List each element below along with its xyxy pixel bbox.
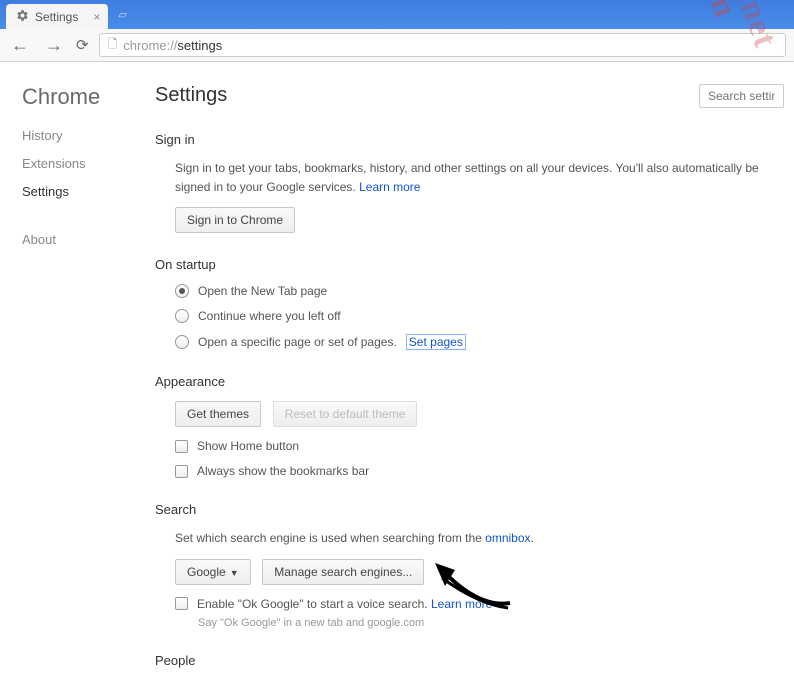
signin-title: Sign in — [155, 132, 774, 147]
radio-icon — [175, 309, 189, 323]
chevron-down-icon: ▼ — [230, 568, 239, 578]
startup-radio-newtab[interactable]: Open the New Tab page — [175, 284, 774, 298]
checkbox-icon — [175, 465, 188, 478]
search-settings-input[interactable] — [699, 84, 784, 108]
browser-tab-strip: Settings × ▱ — [0, 0, 794, 29]
url-path: settings — [177, 38, 222, 53]
startup-title: On startup — [155, 257, 774, 272]
browser-tab[interactable]: Settings × — [6, 4, 108, 29]
omnibox-link[interactable]: omnibox — [485, 531, 530, 545]
browser-toolbar: ← → ⟳ 🗋 chrome://settings — [0, 29, 794, 62]
search-engine-dropdown[interactable]: Google▼ — [175, 559, 251, 585]
section-appearance: Appearance Get themes Reset to default t… — [155, 374, 774, 478]
signin-learn-more-link[interactable]: Learn more — [359, 180, 420, 194]
search-desc: Set which search engine is used when sea… — [175, 529, 774, 548]
tab-title: Settings — [35, 10, 78, 24]
checkbox-icon — [175, 597, 188, 610]
search-title: Search — [155, 502, 774, 517]
ok-google-checkbox[interactable]: Enable "Ok Google" to start a voice sear… — [175, 597, 774, 611]
url-scheme: chrome:// — [123, 38, 177, 53]
show-bookmarks-checkbox[interactable]: Always show the bookmarks bar — [175, 464, 774, 478]
show-home-checkbox[interactable]: Show Home button — [175, 439, 774, 453]
startup-radio-continue[interactable]: Continue where you left off — [175, 309, 774, 323]
people-title: People — [155, 653, 774, 668]
gear-icon — [16, 9, 29, 25]
ok-google-hint: Say "Ok Google" in a new tab and google.… — [198, 617, 774, 629]
new-tab-button[interactable]: ▱ — [108, 8, 136, 21]
reload-button[interactable]: ⟳ — [76, 36, 89, 54]
sidebar-item-about[interactable]: About — [22, 232, 155, 247]
sidebar-item-history[interactable]: History — [22, 128, 155, 143]
sidebar-item-extensions[interactable]: Extensions — [22, 156, 155, 171]
address-bar[interactable]: 🗋 chrome://settings — [99, 33, 786, 57]
reset-theme-button: Reset to default theme — [273, 401, 418, 427]
close-icon[interactable]: × — [93, 10, 100, 24]
section-startup: On startup Open the New Tab page Continu… — [155, 257, 774, 350]
page-icon: 🗋 — [108, 35, 118, 56]
section-people: People — [155, 653, 774, 668]
radio-icon — [175, 284, 189, 298]
section-search: Search Set which search engine is used w… — [155, 502, 774, 628]
sidebar: Chrome History Extensions Settings About — [0, 62, 155, 680]
sidebar-item-settings[interactable]: Settings — [22, 184, 155, 199]
appearance-title: Appearance — [155, 374, 774, 389]
ok-google-learn-more-link[interactable]: Learn more — [431, 597, 492, 611]
get-themes-button[interactable]: Get themes — [175, 401, 261, 427]
set-pages-link[interactable]: Set pages — [406, 334, 466, 350]
radio-icon — [175, 335, 189, 349]
content: Settings Sign in Sign in to get your tab… — [155, 62, 794, 680]
back-button[interactable]: ← — [8, 35, 32, 56]
startup-radio-specific[interactable]: Open a specific page or set of pages. Se… — [175, 334, 774, 350]
manage-search-engines-button[interactable]: Manage search engines... — [262, 559, 424, 585]
page-title: Settings — [155, 84, 227, 107]
checkbox-icon — [175, 440, 188, 453]
signin-desc: Sign in to get your tabs, bookmarks, his… — [175, 159, 774, 197]
sidebar-brand: Chrome — [22, 84, 155, 110]
forward-button[interactable]: → — [42, 35, 66, 56]
section-signin: Sign in Sign in to get your tabs, bookma… — [155, 132, 774, 233]
signin-button[interactable]: Sign in to Chrome — [175, 207, 295, 233]
